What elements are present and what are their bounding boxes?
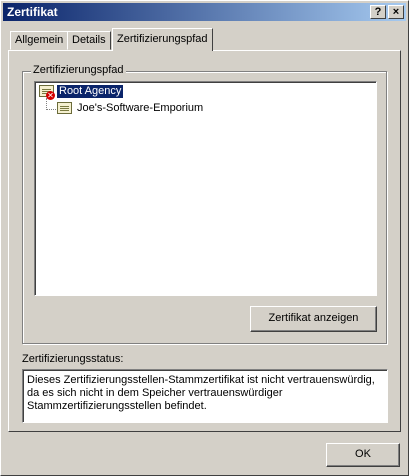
certification-status-text: Dieses Zertifizierungsstellen-Stammzerti… xyxy=(22,369,388,423)
certificate-dialog: Zertifikat ? × Allgemein Details Zertifi… xyxy=(0,0,409,476)
title-bar[interactable]: Zertifikat ? × xyxy=(3,3,406,21)
tree-item-label: Root Agency xyxy=(57,85,124,98)
certificate-icon xyxy=(57,102,72,114)
help-button[interactable]: ? xyxy=(370,5,386,19)
tree-item-label: Joe's-Software-Emporium xyxy=(77,102,204,114)
certificate-error-icon: ✕ xyxy=(39,85,55,100)
tab-zertifizierungspfad[interactable]: Zertifizierungspfad xyxy=(112,28,213,51)
ok-button[interactable]: OK xyxy=(326,443,400,467)
certification-path-label: Zertifizierungspfad xyxy=(31,64,126,76)
window-title: Zertifikat xyxy=(7,5,58,19)
certification-status-label: Zertifizierungsstatus: xyxy=(22,353,124,365)
error-x-icon: ✕ xyxy=(46,91,55,100)
view-certificate-button[interactable]: Zertifikat anzeigen xyxy=(250,306,377,332)
tree-connector-line xyxy=(47,109,56,110)
tab-details[interactable]: Details xyxy=(67,31,111,50)
tab-allgemein[interactable]: Allgemein xyxy=(10,31,69,50)
close-button[interactable]: × xyxy=(388,5,404,19)
certificate-tree[interactable]: ✕ Root Agency Joe's-Software-Emporium xyxy=(34,81,377,296)
